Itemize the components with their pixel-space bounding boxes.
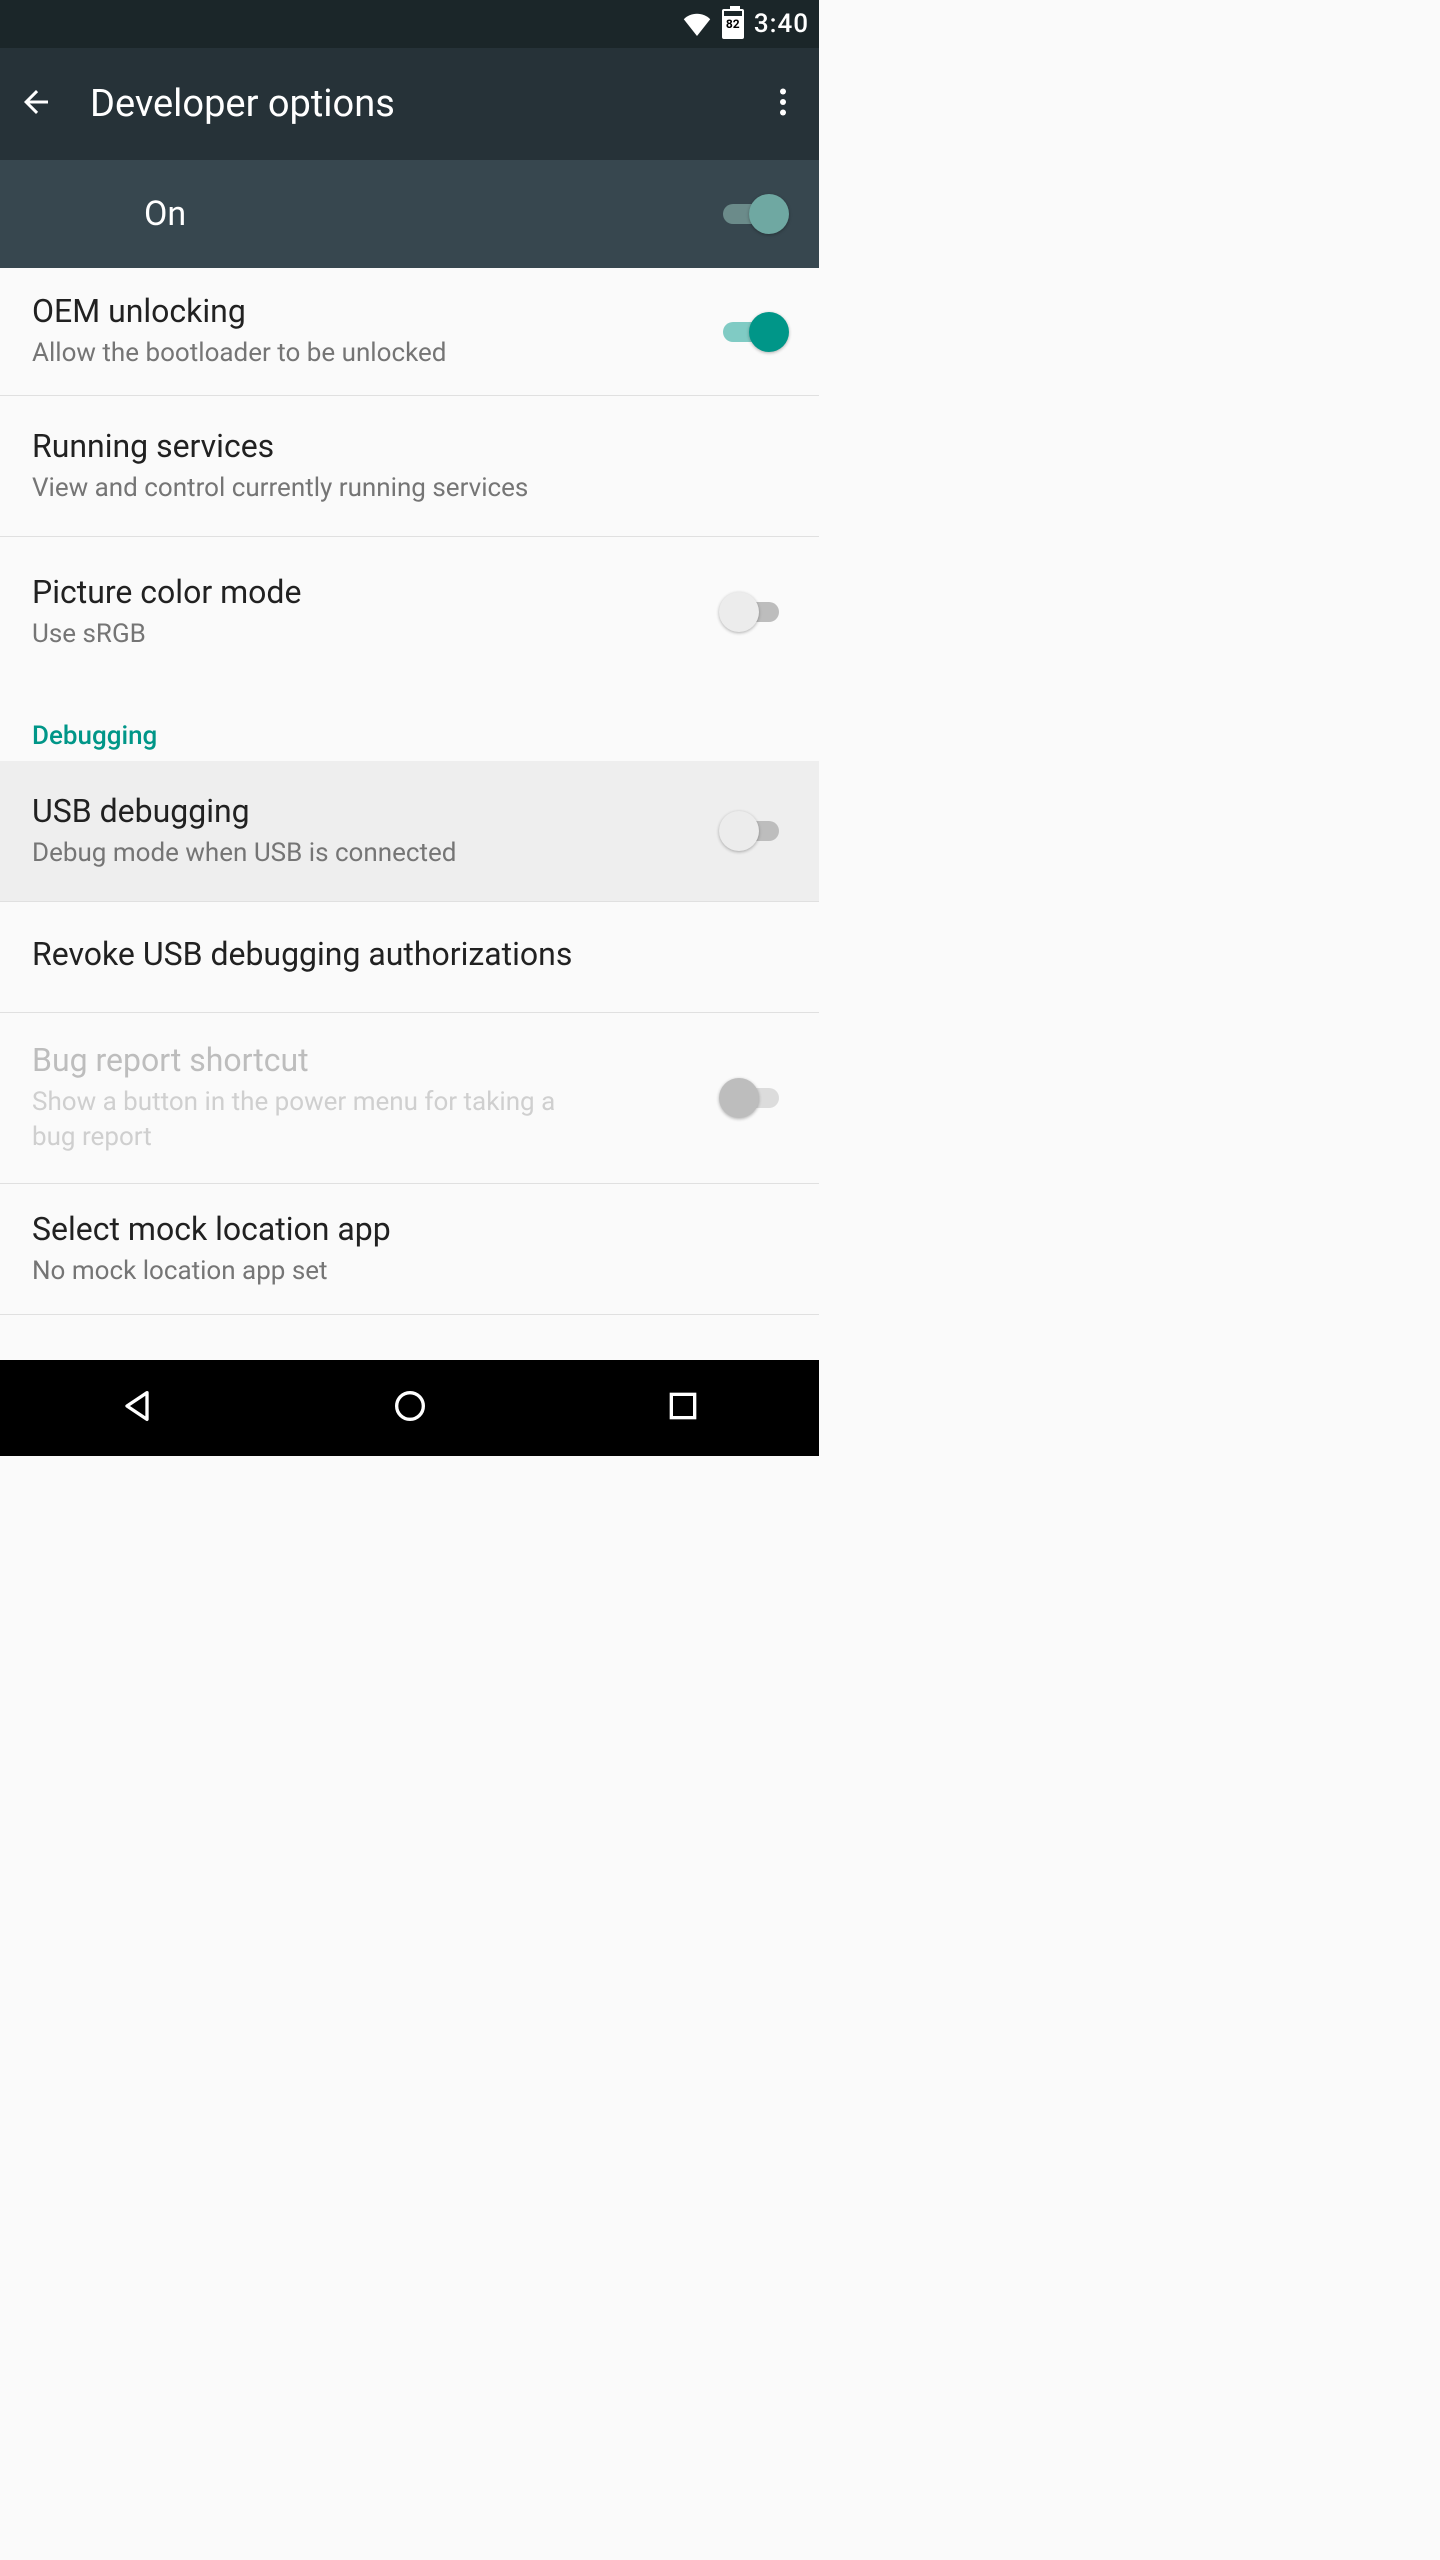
picture-title: Picture color mode [32,573,719,611]
divider [0,1314,819,1315]
row-revoke-usb[interactable]: Revoke USB debugging authorizations [0,902,819,1012]
picture-toggle[interactable] [719,592,789,632]
settings-list: On OEM unlocking Allow the bootloader to… [0,160,819,1360]
section-header-debugging: Debugging [0,687,819,761]
overflow-menu-icon[interactable] [765,84,801,124]
wifi-icon [682,12,712,36]
status-time: 3:40 [754,9,809,39]
mock-title: Select mock location app [32,1210,789,1248]
usb-title: USB debugging [32,792,719,830]
row-mock-location[interactable]: Select mock location app No mock locatio… [0,1184,819,1314]
usb-toggle[interactable] [719,811,789,851]
page-title: Developer options [90,82,729,126]
app-bar: Developer options [0,48,819,160]
picture-subtitle: Use sRGB [32,617,719,652]
running-subtitle: View and control currently running servi… [32,471,789,506]
row-running-services[interactable]: Running services View and control curren… [0,396,819,536]
nav-recent-icon[interactable] [663,1386,703,1430]
oem-subtitle: Allow the bootloader to be unlocked [32,336,719,371]
nav-home-icon[interactable] [390,1386,430,1430]
row-bug-report-shortcut: Bug report shortcut Show a button in the… [0,1013,819,1183]
nav-back-icon[interactable] [117,1386,157,1430]
revoke-title: Revoke USB debugging authorizations [32,935,789,973]
bugreport-title: Bug report shortcut [32,1041,719,1079]
master-toggle[interactable] [719,194,789,234]
master-label: On [144,194,719,234]
mock-subtitle: No mock location app set [32,1254,789,1289]
status-bar: 82 3:40 [0,0,819,48]
row-usb-debugging[interactable]: USB debugging Debug mode when USB is con… [0,761,819,901]
back-icon[interactable] [18,84,54,124]
battery-icon: 82 [722,9,744,39]
row-picture-color-mode[interactable]: Picture color mode Use sRGB [0,537,819,687]
nav-bar [0,1360,819,1456]
usb-subtitle: Debug mode when USB is connected [32,836,719,871]
bugreport-subtitle: Show a button in the power menu for taki… [32,1085,592,1155]
running-title: Running services [32,427,789,465]
oem-toggle[interactable] [719,312,789,352]
oem-title: OEM unlocking [32,292,719,330]
battery-level: 82 [726,17,740,31]
developer-options-master[interactable]: On [0,160,819,268]
bugreport-toggle [719,1078,789,1118]
row-oem-unlocking[interactable]: OEM unlocking Allow the bootloader to be… [0,268,819,395]
